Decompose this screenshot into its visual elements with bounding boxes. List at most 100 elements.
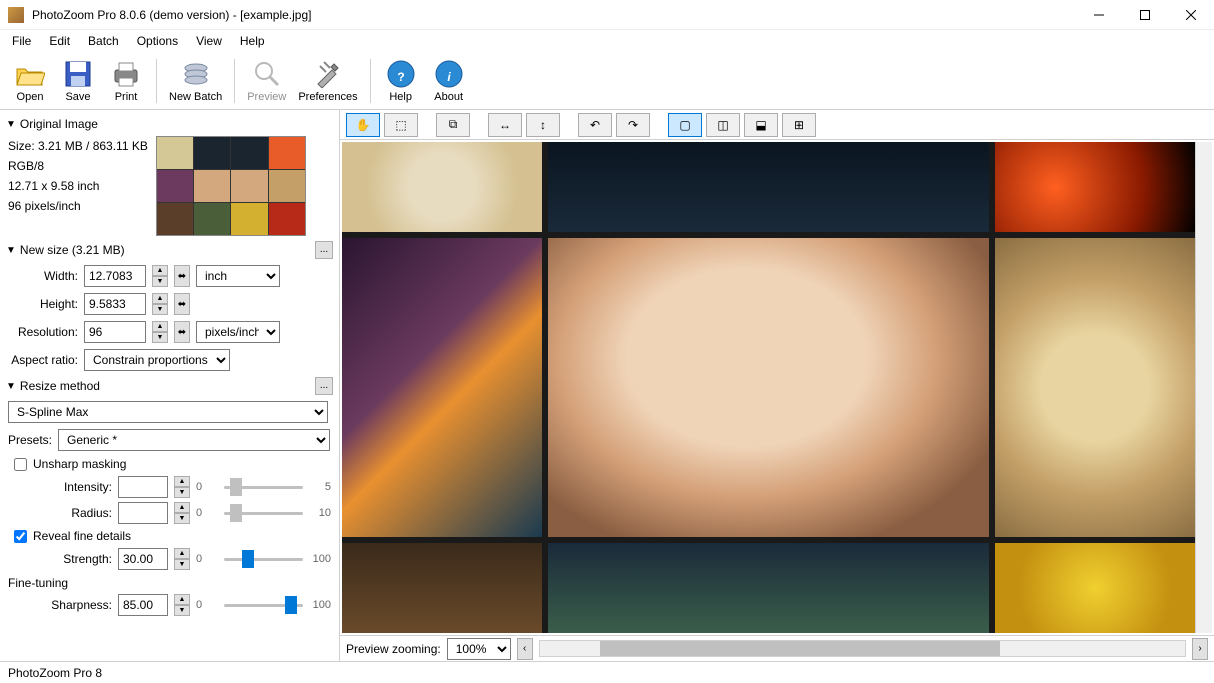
strength-label: Strength: [8,552,112,566]
presets-select[interactable]: Generic * [58,429,330,451]
height-link-button[interactable]: ⬌ [174,293,190,315]
preferences-label: Preferences [298,91,357,103]
save-button[interactable]: Save [54,54,102,108]
width-spinner[interactable]: ▲▼ [152,265,168,287]
vertical-scrollbar[interactable] [1195,142,1212,633]
rotate-ccw-icon: ↶ [590,118,600,132]
sharpness-spinner[interactable]: ▲▼ [174,594,190,616]
thumbnail-navigator[interactable] [156,136,306,236]
preview-toolbar: ✋ ⬚ ⧉ ↔ ↕ ↶ ↷ ▢ ◫ ⬓ ⊞ [340,110,1214,140]
help-icon: ? [385,58,417,90]
sharpness-max: 100 [309,599,331,611]
single-view-icon: ▢ [679,118,690,132]
rotate-right-button[interactable]: ↷ [616,113,650,137]
preferences-button[interactable]: Preferences [292,54,363,108]
intensity-slider[interactable] [224,477,303,497]
horizontal-scrollbar[interactable] [539,640,1186,657]
sharpness-slider[interactable] [224,595,303,615]
flip-h-icon: ↔ [499,118,511,132]
radius-slider[interactable] [224,503,303,523]
resize-method-title: Resize method [20,379,100,393]
help-button[interactable]: ? Help [377,54,425,108]
resize-method-options-button[interactable]: ... [315,377,333,395]
radius-max: 10 [309,507,331,519]
reveal-details-checkbox[interactable] [14,530,27,543]
new-size-options-button[interactable]: ... [315,241,333,259]
split-v-icon: ⬓ [755,118,766,132]
minimize-button[interactable] [1076,0,1122,30]
menu-options[interactable]: Options [129,32,186,50]
preview-zoom-select[interactable]: 100% [447,638,511,660]
strength-input[interactable] [118,548,168,570]
unsharp-masking-checkbox[interactable] [14,458,27,471]
intensity-max: 5 [309,481,331,493]
width-input[interactable] [84,265,146,287]
select-tool-button[interactable]: ⬚ [384,113,418,137]
flip-vertical-button[interactable]: ↕ [526,113,560,137]
toolbar-separator [370,59,371,103]
radius-min: 0 [196,507,218,519]
radius-input[interactable] [118,502,168,524]
view-single-button[interactable]: ▢ [668,113,702,137]
resize-method-select[interactable]: S-Spline Max [8,401,328,423]
resolution-link-button[interactable]: ⬌ [174,321,190,343]
status-bar: PhotoZoom Pro 8 [0,661,1214,683]
height-spinner[interactable]: ▲▼ [152,293,168,315]
radius-spinner[interactable]: ▲▼ [174,502,190,524]
aspect-ratio-select[interactable]: Constrain proportions [84,349,230,371]
open-button[interactable]: Open [6,54,54,108]
resolution-spinner[interactable]: ▲▼ [152,321,168,343]
folder-open-icon [14,58,46,90]
preview-button: Preview [241,54,292,108]
sharpness-min: 0 [196,599,218,611]
menu-view[interactable]: View [188,32,230,50]
width-link-button[interactable]: ⬌ [174,265,190,287]
menu-edit[interactable]: Edit [41,32,78,50]
sharpness-input[interactable] [118,594,168,616]
size-unit-select[interactable]: inch [196,265,280,287]
resolution-unit-select[interactable]: pixels/inch [196,321,280,343]
sharpness-label: Sharpness: [8,598,112,612]
quad-view-icon: ⊞ [794,118,804,132]
maximize-button[interactable] [1122,0,1168,30]
batch-icon [180,58,212,90]
strength-slider[interactable] [224,549,303,569]
preview-zoom-label: Preview zooming: [346,642,441,656]
svg-text:?: ? [397,70,404,84]
scroll-right-button[interactable]: › [1192,638,1208,660]
new-size-header[interactable]: ▼ New size (3.21 MB) ... [4,238,335,262]
preview-label: Preview [247,91,286,103]
view-quad-button[interactable]: ⊞ [782,113,816,137]
menu-help[interactable]: Help [232,32,273,50]
flip-horizontal-button[interactable]: ↔ [488,113,522,137]
print-label: Print [115,91,138,103]
hand-icon: ✋ [356,118,371,132]
preview-canvas[interactable] [342,142,1195,633]
intensity-input[interactable] [118,476,168,498]
new-size-title: New size (3.21 MB) [20,243,125,257]
strength-spinner[interactable]: ▲▼ [174,548,190,570]
print-button[interactable]: Print [102,54,150,108]
height-label: Height: [8,297,78,311]
resolution-input[interactable] [84,321,146,343]
scroll-left-button[interactable]: ‹ [517,638,533,660]
height-input[interactable] [84,293,146,315]
new-batch-button[interactable]: New Batch [163,54,228,108]
settings-panel: ▼ Original Image Size: 3.21 MB / 863.11 … [0,110,340,661]
view-split-v-button[interactable]: ⬓ [744,113,778,137]
print-icon [110,58,142,90]
menu-file[interactable]: File [4,32,39,50]
intensity-spinner[interactable]: ▲▼ [174,476,190,498]
rotate-left-button[interactable]: ↶ [578,113,612,137]
strength-max: 100 [309,553,331,565]
collapse-arrow-icon: ▼ [6,245,16,256]
about-button[interactable]: i About [425,54,473,108]
pan-tool-button[interactable]: ✋ [346,113,380,137]
view-split-h-button[interactable]: ◫ [706,113,740,137]
about-label: About [434,91,463,103]
close-button[interactable] [1168,0,1214,30]
original-image-header[interactable]: ▼ Original Image [4,114,335,134]
menu-batch[interactable]: Batch [80,32,127,50]
crop-tool-button[interactable]: ⧉ [436,113,470,137]
resize-method-header[interactable]: ▼ Resize method ... [4,374,335,398]
